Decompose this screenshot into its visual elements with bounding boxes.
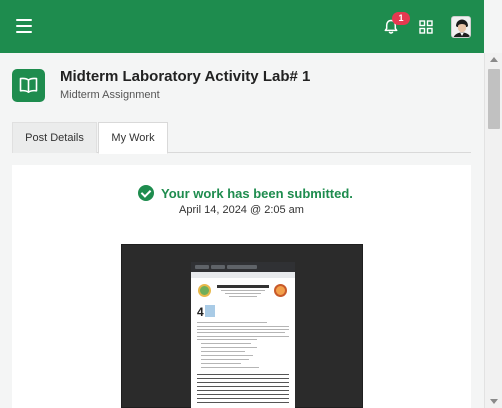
screenshot-image: 4 <box>191 262 295 408</box>
tab-post-details[interactable]: Post Details <box>12 122 97 153</box>
notification-badge: 1 <box>392 12 410 25</box>
submission-card: Your work has been submitted. April 14, … <box>12 165 471 408</box>
scroll-up-arrow-icon[interactable] <box>490 57 498 62</box>
check-circle-icon <box>138 185 154 201</box>
top-navbar: 1 <box>0 0 484 53</box>
book-icon <box>12 69 45 102</box>
user-avatar[interactable] <box>451 16 471 38</box>
page-scrollbar[interactable] <box>484 53 502 408</box>
tab-bar: Post Details My Work <box>12 122 471 154</box>
scrollbar-thumb[interactable] <box>488 69 500 129</box>
status-message: Your work has been submitted. <box>161 186 353 201</box>
hamburger-icon[interactable] <box>16 19 32 33</box>
grid-icon[interactable] <box>419 20 433 34</box>
page-subtitle: Midterm Assignment <box>60 89 160 101</box>
submission-timestamp: April 14, 2024 @ 2:05 am <box>179 204 304 216</box>
tab-my-work[interactable]: My Work <box>98 122 168 154</box>
scroll-down-arrow-icon[interactable] <box>490 399 498 404</box>
page-title: Midterm Laboratory Activity Lab# 1 <box>60 68 311 85</box>
submitted-screenshot-thumbnail[interactable]: 4 <box>121 244 363 408</box>
